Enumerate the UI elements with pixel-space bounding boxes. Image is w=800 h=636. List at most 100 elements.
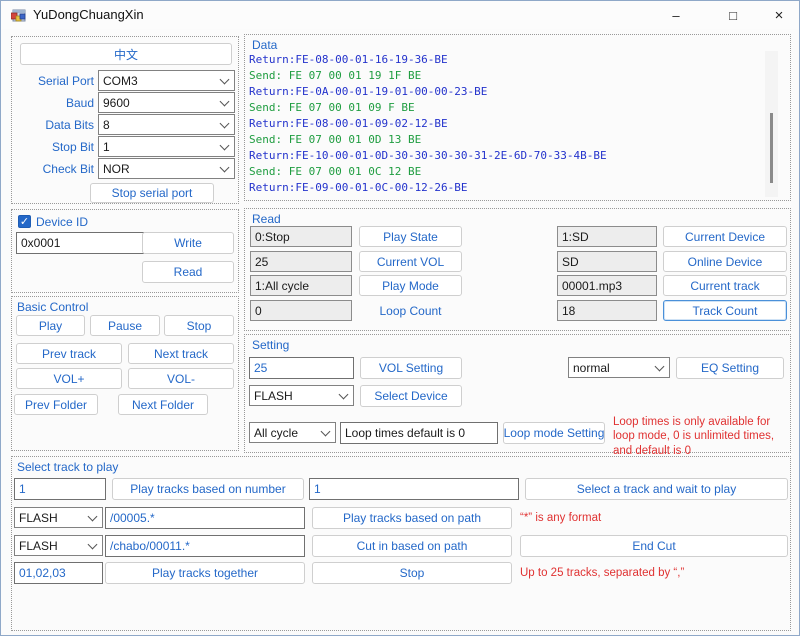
select-track-title: Select track to play [17, 460, 118, 474]
data-bits-value: 8 [103, 118, 217, 132]
next-track-button[interactable]: Next track [128, 343, 234, 364]
tracks-together-input[interactable] [14, 562, 103, 584]
setting-panel-title: Setting [252, 338, 289, 352]
check-bit-select[interactable]: NOR [98, 158, 235, 179]
serial-log: Return:FE-08-00-01-16-19-36-BE Send: FE … [249, 52, 754, 196]
wait-track-input[interactable] [309, 478, 519, 500]
volume-down-button[interactable]: VOL- [128, 368, 234, 389]
select-and-wait-button[interactable]: Select a track and wait to play [525, 478, 788, 500]
log-line: Return:FE-08-00-01-16-19-36-BE [249, 52, 754, 68]
stop-serial-port-button[interactable]: Stop serial port [90, 183, 214, 203]
baud-value: 9600 [103, 96, 217, 110]
volume-up-button[interactable]: VOL+ [16, 368, 122, 389]
chevron-down-icon [220, 96, 230, 106]
data-bits-select[interactable]: 8 [98, 114, 235, 135]
pause-button[interactable]: Pause [90, 315, 160, 336]
loop-mode-value: All cycle [254, 426, 318, 440]
chevron-down-icon [220, 118, 230, 128]
online-device-button[interactable]: Online Device [663, 251, 787, 272]
device-id-label: Device ID [36, 215, 88, 229]
chevron-down-icon [88, 511, 98, 521]
stop-bit-select[interactable]: 1 [98, 136, 235, 157]
basic-control-panel: Basic Control Play Pause Stop Prev track… [11, 296, 239, 451]
check-bit-label: Check Bit [12, 162, 94, 176]
minimize-button[interactable]: – [656, 1, 696, 29]
loop-count-label: Loop Count [359, 304, 462, 318]
path-format-note: “*” is any format [520, 511, 780, 525]
log-line: Send: FE 07 00 01 19 1F BE [249, 68, 754, 84]
tracks-limit-note: Up to 25 tracks, separated by “,” [520, 566, 788, 580]
prev-track-button[interactable]: Prev track [16, 343, 122, 364]
track-count-button[interactable]: Track Count [663, 300, 787, 321]
current-vol-button[interactable]: Current VOL [359, 251, 462, 272]
data-bits-label: Data Bits [12, 118, 94, 132]
app-window: YuDongChuangXin – □ × 中文 Serial Port COM… [0, 0, 800, 636]
current-device-button[interactable]: Current Device [663, 226, 787, 247]
log-line: Return:FE-09-00-01-0C-00-12-26-BE [249, 180, 754, 196]
cut-device-select[interactable]: FLASH [14, 535, 103, 556]
log-scrollbar-thumb[interactable] [770, 113, 773, 183]
play-mode-button[interactable]: Play Mode [359, 275, 462, 296]
select-device-button[interactable]: Select Device [360, 385, 462, 407]
tracks-stop-button[interactable]: Stop [312, 562, 512, 584]
maximize-button[interactable]: □ [713, 1, 753, 29]
prev-folder-button[interactable]: Prev Folder [14, 394, 98, 415]
path-device-select[interactable]: FLASH [14, 507, 103, 528]
read-panel-title: Read [252, 212, 281, 226]
loop-mode-select[interactable]: All cycle [249, 422, 336, 443]
play-together-button[interactable]: Play tracks together [105, 562, 305, 584]
play-mode-field: 1:All cycle [250, 275, 352, 296]
loop-mode-setting-button[interactable]: Loop mode Setting [503, 422, 605, 444]
vol-setting-button[interactable]: VOL Setting [360, 357, 462, 379]
path-input[interactable] [105, 507, 305, 529]
end-cut-button[interactable]: End Cut [520, 535, 788, 557]
play-button[interactable]: Play [16, 315, 85, 336]
log-line: Send: FE 07 00 01 0D 13 BE [249, 132, 754, 148]
track-number-input[interactable] [14, 478, 106, 500]
play-state-button[interactable]: Play State [359, 226, 462, 247]
cut-device-value: FLASH [19, 539, 85, 553]
serial-port-select[interactable]: COM3 [98, 70, 235, 91]
current-track-button[interactable]: Current track [663, 275, 787, 296]
chevron-down-icon [339, 389, 349, 399]
next-folder-button[interactable]: Next Folder [118, 394, 208, 415]
log-line: Send: FE 07 00 01 0C 12 BE [249, 164, 754, 180]
basic-control-title: Basic Control [17, 300, 88, 314]
baud-select[interactable]: 9600 [98, 92, 235, 113]
serial-panel: 中文 Serial Port COM3 Baud 9600 Data Bits … [11, 36, 239, 204]
log-scrollbar[interactable] [765, 51, 778, 197]
device-id-write-button[interactable]: Write [142, 232, 234, 254]
serial-port-label: Serial Port [12, 74, 94, 88]
language-toggle-button[interactable]: 中文 [20, 43, 232, 65]
read-panel: Read 0:Stop Play State 25 Current VOL 1:… [244, 208, 791, 331]
close-button[interactable]: × [759, 1, 799, 29]
serial-port-value: COM3 [103, 74, 217, 88]
current-track-field: 00001.mp3 [557, 275, 657, 296]
device-id-read-button[interactable]: Read [142, 261, 234, 283]
check-bit-value: NOR [103, 162, 217, 176]
play-by-number-button[interactable]: Play tracks based on number [112, 478, 304, 500]
play-by-path-button[interactable]: Play tracks based on path [312, 507, 512, 529]
device-id-checkbox[interactable]: ✓ [18, 215, 31, 228]
eq-setting-button[interactable]: EQ Setting [676, 357, 784, 379]
device-id-panel: ✓ Device ID Write Read [11, 209, 239, 293]
online-device-field: SD [557, 251, 657, 272]
vol-setting-input[interactable] [249, 357, 354, 379]
chevron-down-icon [220, 74, 230, 84]
chevron-down-icon [655, 361, 665, 371]
cut-path-input[interactable] [105, 535, 305, 557]
stop-button[interactable]: Stop [164, 315, 234, 336]
baud-label: Baud [12, 96, 94, 110]
current-device-field: 1:SD [557, 226, 657, 247]
loop-times-input[interactable] [340, 422, 498, 444]
log-line: Return:FE-10-00-01-0D-30-30-30-30-31-2E-… [249, 148, 754, 164]
eq-select[interactable]: normal [568, 357, 670, 378]
title-bar: YuDongChuangXin – □ × [1, 1, 799, 29]
device-select-value: FLASH [254, 389, 336, 403]
device-id-input[interactable] [16, 232, 144, 254]
current-vol-field: 25 [250, 251, 352, 272]
stop-bit-label: Stop Bit [12, 140, 94, 154]
cut-in-button[interactable]: Cut in based on path [312, 535, 512, 557]
track-count-field: 18 [557, 300, 657, 321]
device-select[interactable]: FLASH [249, 385, 354, 406]
